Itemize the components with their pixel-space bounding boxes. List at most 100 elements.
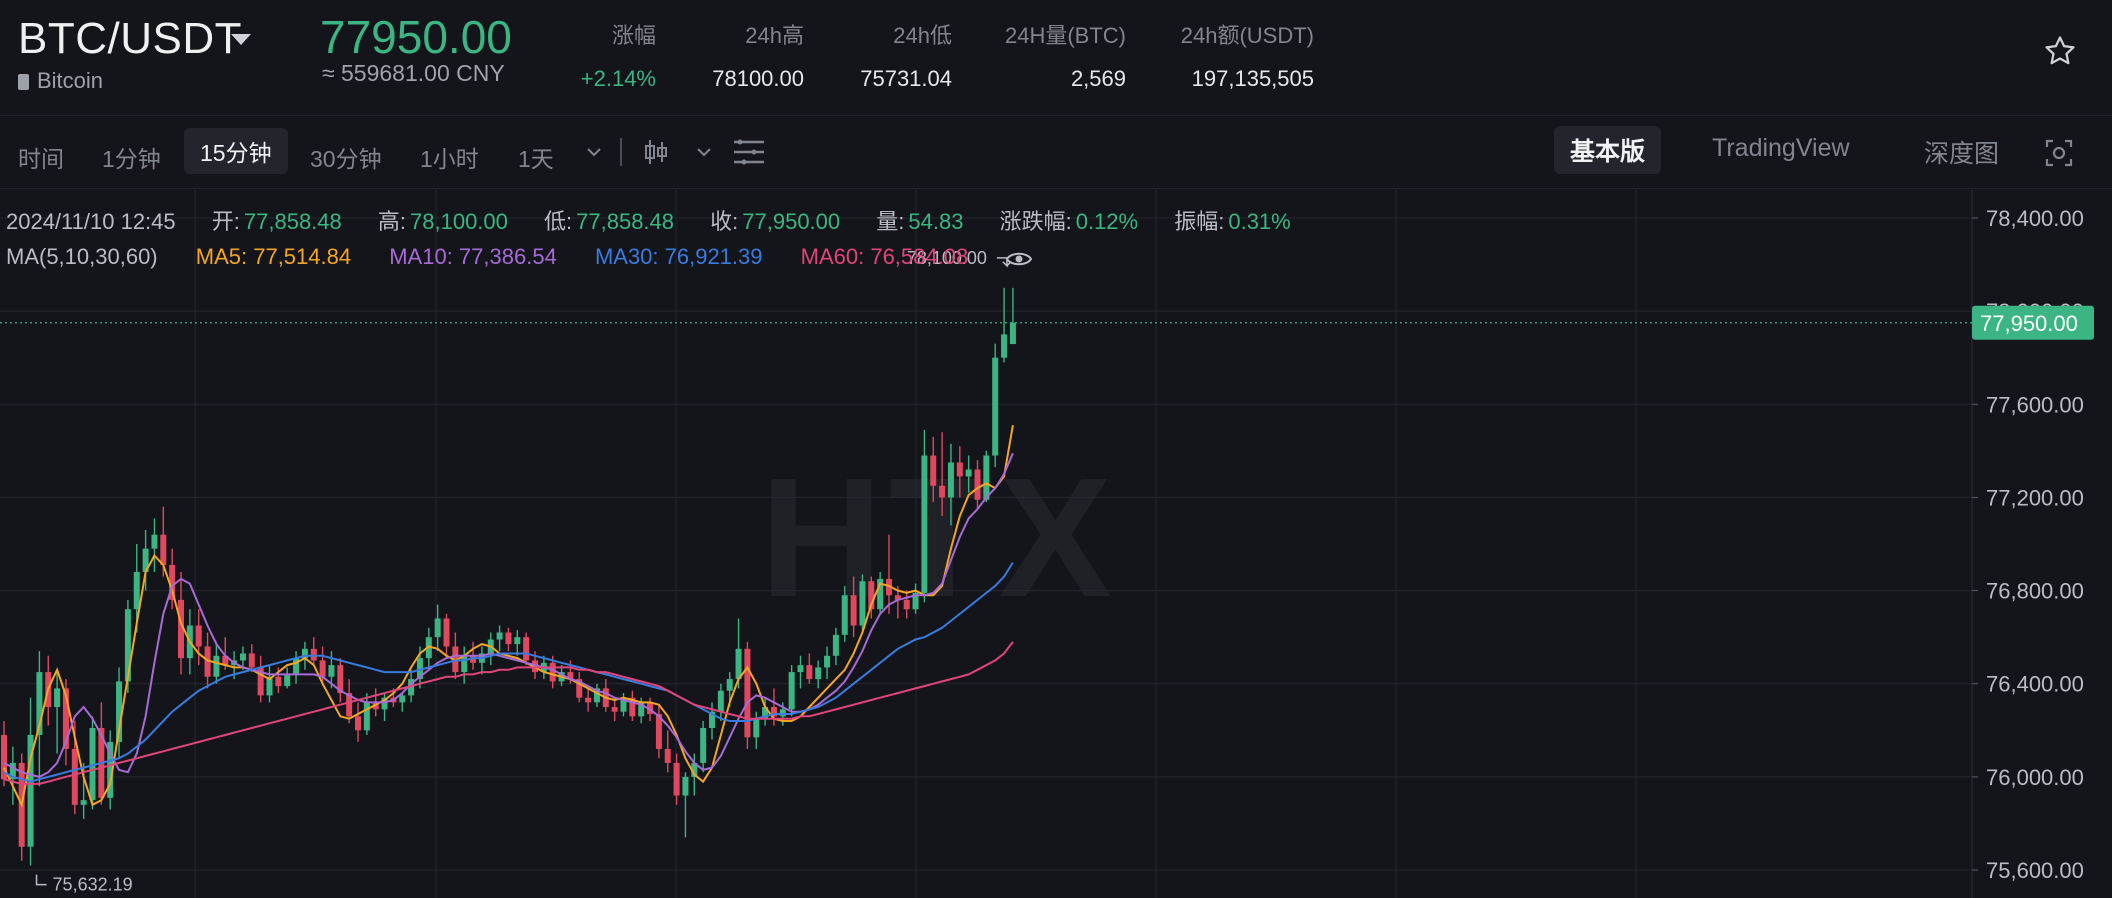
stat-label: 涨幅 <box>611 23 656 48</box>
indicators-icon[interactable] <box>732 138 766 166</box>
tab-30min[interactable]: 30分钟 <box>310 134 382 180</box>
candle-body <box>824 655 831 668</box>
ohlc-open: 77,858.48 <box>243 209 342 234</box>
candle-body <box>806 665 813 680</box>
candle-body <box>239 653 246 661</box>
candlestick-type-icon[interactable] <box>644 138 668 166</box>
stat-value: 2,569 <box>1070 66 1126 91</box>
coin-name: Bitcoin <box>18 68 103 94</box>
ohlc-vol-label: 量: <box>876 209 905 234</box>
candle-body <box>514 637 521 645</box>
candle-body <box>726 679 733 691</box>
y-tick-label: 77,600.00 <box>1986 392 2084 417</box>
divider <box>620 138 622 166</box>
tab-time[interactable]: 时间 <box>18 134 64 180</box>
candle-body <box>992 357 999 456</box>
market-header: BTC/USDT Bitcoin 77950.00 ≈ 559681.00 CN… <box>0 0 2112 116</box>
ma10-value: MA10: 77,386.54 <box>389 244 557 269</box>
candle-body <box>443 618 450 647</box>
candle-body <box>523 637 530 661</box>
stat-value: 75731.04 <box>860 66 952 91</box>
star-favorite-icon[interactable] <box>2043 34 2077 68</box>
stat-volume: 24H量(BTC) 2,569 <box>980 18 1126 92</box>
candle-body <box>133 571 140 610</box>
caret-down-icon[interactable] <box>231 34 251 45</box>
last-price-cny: ≈ 559681.00 CNY <box>322 60 505 86</box>
candle-body <box>160 534 167 565</box>
chart-toolbar: 时间 1分钟 15分钟 30分钟 1小时 1天 基本版 TradingView <box>0 116 2112 189</box>
candle-body <box>505 632 512 645</box>
ma5-value: MA5: 77,514.84 <box>195 244 352 269</box>
stat-value: 78100.00 <box>712 66 804 91</box>
eye-icon[interactable] <box>1006 250 1033 268</box>
tab-15min[interactable]: 15分钟 <box>184 128 288 174</box>
ohlc-time: 2024/11/10 12:45 <box>6 209 176 234</box>
ohlc-high-label: 高: <box>377 209 407 234</box>
candle-body <box>328 665 335 677</box>
candle-body <box>496 632 503 640</box>
candle-body <box>461 655 468 673</box>
candle-body <box>293 658 300 675</box>
tab-1day[interactable]: 1天 <box>518 134 554 180</box>
stat-label: 24H量(BTC) <box>1004 23 1126 48</box>
candle-body <box>939 485 946 498</box>
candle-body <box>983 455 990 500</box>
tab-1min[interactable]: 1分钟 <box>102 134 161 180</box>
candle-body <box>903 599 910 610</box>
y-tick-label: 76,800.00 <box>1986 579 2084 604</box>
tab-1hour[interactable]: 1小时 <box>420 134 479 180</box>
candle-body <box>54 688 61 708</box>
last-price: 77950.00 <box>320 11 512 63</box>
current-price-label: 77,950.00 <box>1980 311 2078 336</box>
trading-app: BTC/USDT Bitcoin 77950.00 ≈ 559681.00 CN… <box>0 0 2112 898</box>
ohlc-chg-label: 涨跌幅: <box>999 209 1072 234</box>
ohlc-chg: 0.12% <box>1075 209 1139 234</box>
candle-body <box>859 581 866 626</box>
candle-body <box>80 800 87 805</box>
chart-area[interactable]: HTX 75,600.00 76,000.00 76,400.00 76,800.00… <box>0 190 2112 898</box>
min-price-label: 75,632.19 <box>53 875 133 895</box>
candle-body <box>275 676 282 687</box>
candle-body <box>124 609 131 682</box>
candle-body <box>363 702 370 731</box>
candle-body <box>850 595 857 626</box>
stat-change: 涨幅 +2.14% <box>576 18 656 92</box>
ohlc-close-label: 收: <box>710 209 739 234</box>
candle-body <box>310 648 317 661</box>
candle-body <box>71 748 78 805</box>
view-basic[interactable]: 基本版 <box>1554 126 1662 174</box>
candle-body <box>319 660 326 677</box>
candle-body <box>797 665 804 673</box>
candle-body <box>930 455 937 486</box>
candle-body <box>841 595 848 635</box>
coin-label: Bitcoin <box>37 68 104 93</box>
ohlc-low-label: 低: <box>544 209 573 234</box>
candle-body <box>248 653 255 668</box>
view-tradingview[interactable]: TradingView <box>1712 134 1850 163</box>
candle-body <box>717 690 724 712</box>
pair-selector[interactable]: BTC/USDT <box>18 14 242 64</box>
ma-label: MA(5,10,30,60) <box>6 244 158 269</box>
coin-info-icon <box>18 74 29 90</box>
ohlc-amp-label: 振幅: <box>1174 209 1225 234</box>
screenshot-icon[interactable] <box>2044 138 2074 168</box>
candle-body <box>1001 334 1008 358</box>
candle-body <box>399 695 406 703</box>
y-tick-label: 77,200.00 <box>1986 485 2084 510</box>
ohlc-amp: 0.31% <box>1228 209 1291 234</box>
candle-body <box>284 674 291 687</box>
candlestick-chart[interactable]: 75,600.00 76,000.00 76,400.00 76,800.00 77,2… <box>0 190 2112 898</box>
candle-body <box>355 716 361 731</box>
view-depth[interactable]: 深度图 <box>1924 134 1999 170</box>
ohlc-close: 77,950.00 <box>742 209 841 234</box>
candle-body <box>213 655 220 677</box>
y-tick-label: 78,400.00 <box>1986 206 2084 231</box>
chevron-down-icon[interactable] <box>696 146 712 158</box>
chevron-down-icon[interactable] <box>586 146 602 158</box>
candle-body <box>779 709 786 717</box>
stat-turnover: 24h额(USDT) 197,135,505 <box>1160 18 1314 92</box>
stat-high: 24h高 78100.00 <box>690 18 804 92</box>
candle-body <box>195 625 202 647</box>
y-tick-label: 76,400.00 <box>1986 672 2084 697</box>
candle-body <box>753 718 760 738</box>
